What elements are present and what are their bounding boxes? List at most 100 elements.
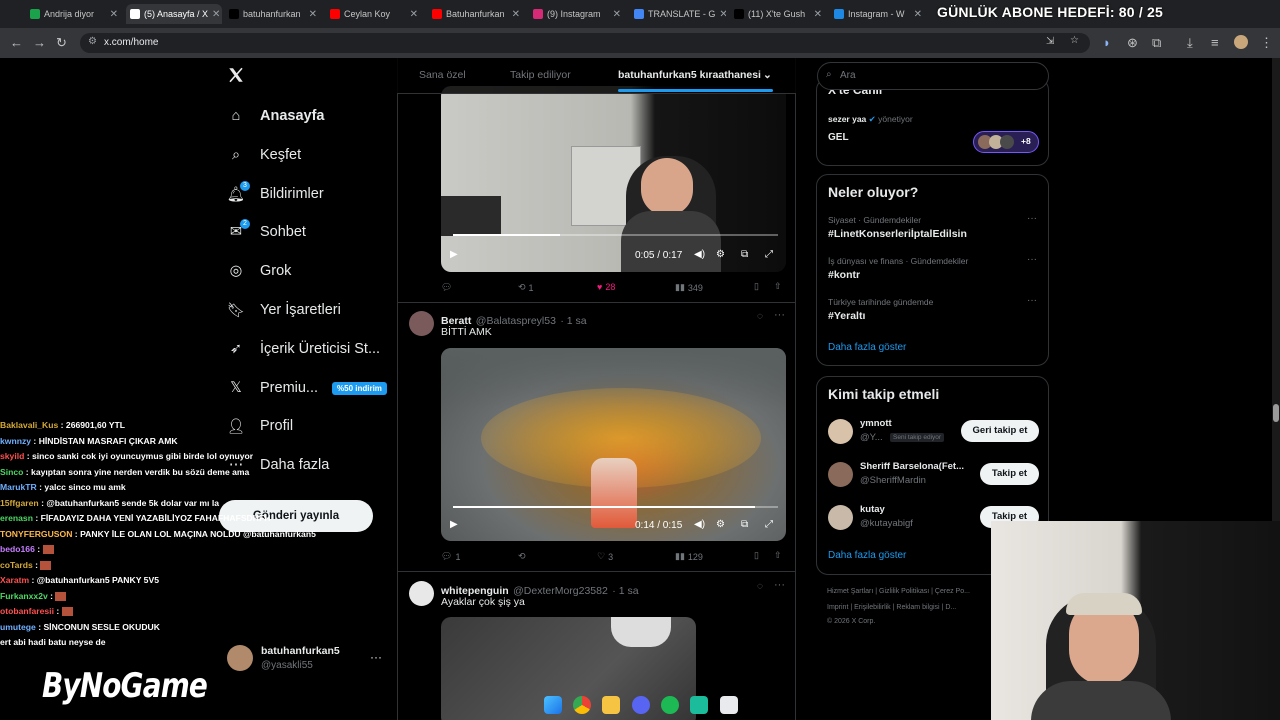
suggestion-handle[interactable]: @kutayabigf <box>860 518 913 529</box>
post3-more-icon[interactable]: ··· <box>774 579 785 591</box>
suggestion-avatar[interactable] <box>828 505 853 530</box>
file-explorer-icon[interactable] <box>602 696 620 714</box>
extension-icon[interactable]: ◗ <box>1103 35 1111 50</box>
x-logo-icon[interactable] <box>227 66 245 84</box>
close-icon[interactable]: ✕ <box>814 9 822 20</box>
post2-video[interactable] <box>441 348 786 541</box>
account-more-icon[interactable]: ··· <box>370 650 382 664</box>
close-icon[interactable]: ✕ <box>613 9 621 20</box>
post2-progress-track[interactable] <box>453 506 778 508</box>
tab-community[interactable]: batuhanfurkan5 kıraathanesi <box>618 69 761 81</box>
tab-for-you[interactable]: Sana özel <box>419 69 466 81</box>
browser-tab[interactable]: batuhanfurkan ✕ <box>225 4 321 24</box>
store-icon[interactable] <box>720 696 738 714</box>
forward-icon[interactable]: → <box>33 35 46 50</box>
post1-like-button[interactable]: ♥ 28 <box>597 282 615 292</box>
post1-views[interactable]: ▮▮ 349 <box>675 282 703 293</box>
post2-pip-icon[interactable]: ⧉ <box>741 519 748 530</box>
browser-tab[interactable]: (5) Anasayfa / X ✕ <box>126 4 222 24</box>
close-icon[interactable]: ✕ <box>410 9 418 20</box>
trend-more-icon[interactable]: ··· <box>1027 295 1037 306</box>
post1-reply-button[interactable]: 💬︎ <box>441 282 455 293</box>
post2-views[interactable]: ▮▮ 129 <box>675 551 703 562</box>
nav-item[interactable]: ✉ 2 Sohbet <box>226 217 306 247</box>
post1-play-icon[interactable]: ▶ <box>450 249 458 260</box>
post1-pip-icon[interactable]: ⧉ <box>741 249 748 260</box>
close-icon[interactable]: ✕ <box>719 9 726 20</box>
post1-bookmark-icon[interactable]: ▯ <box>754 281 759 292</box>
scrollbar-thumb[interactable] <box>1273 404 1279 422</box>
nav-item[interactable]: 🔔︎ 3 Bildirimler <box>226 179 324 209</box>
post3-avatar[interactable] <box>409 581 434 606</box>
post1-volume-icon[interactable]: ◀) <box>694 249 705 260</box>
puzzle-icon[interactable]: ⧉ <box>1152 35 1161 51</box>
nav-item[interactable]: ◎ Grok <box>226 256 292 286</box>
browser-tab[interactable]: Instagram - W ✕ <box>830 4 926 24</box>
trend-more-icon[interactable]: ··· <box>1027 213 1037 224</box>
suggestion-name[interactable]: kutay <box>860 504 885 515</box>
download-icon[interactable]: ⤓ <box>1187 35 1193 51</box>
space-listeners[interactable]: +8 <box>973 131 1039 153</box>
footer-link[interactable]: D... <box>945 604 956 611</box>
post1-progress-track[interactable] <box>453 234 778 236</box>
post2-grok-icon[interactable]: ◌ <box>757 311 763 322</box>
profile-avatar-icon[interactable] <box>1234 35 1248 49</box>
chrome-icon[interactable] <box>573 696 591 714</box>
follow-button[interactable]: Geri takip et <box>961 420 1039 442</box>
nav-item[interactable]: ➶ İçerik Üreticisi St... <box>226 334 380 364</box>
footer-link[interactable]: Reklam bilgisi <box>896 604 939 611</box>
footer-link[interactable]: Çerez Po... <box>935 588 970 595</box>
chevron-down-icon[interactable]: ⌄ <box>763 69 772 81</box>
browser-tab[interactable]: Ceylan Koy ✕ <box>326 4 422 24</box>
windows-start-icon[interactable] <box>544 696 562 714</box>
post1-fullscreen-icon[interactable]: ⤢ <box>765 249 773 260</box>
nav-item[interactable]: ⌕ Keşfet <box>226 140 301 170</box>
media-icon[interactable]: ≡ <box>1211 35 1219 50</box>
post1-repost-button[interactable]: ⟲ 1 <box>518 282 534 293</box>
post2-more-icon[interactable]: ··· <box>774 309 785 321</box>
post2-repost-button[interactable]: ⟲ <box>518 551 529 562</box>
footer-link[interactable]: Erişilebilirlik <box>854 604 891 611</box>
follow-button[interactable]: Takip et <box>980 463 1039 485</box>
browser-tab[interactable]: Batuhanfurkan ✕ <box>428 4 524 24</box>
site-info-icon[interactable]: ⚙ <box>88 36 97 47</box>
post2-reply-button[interactable]: 💬︎ 1 <box>441 551 460 562</box>
close-icon[interactable]: ✕ <box>914 9 922 20</box>
spotify-icon[interactable] <box>661 696 679 714</box>
trends-show-more[interactable]: Daha fazla göster <box>828 342 906 353</box>
app-icon[interactable] <box>690 696 708 714</box>
url-field[interactable]: ⚙ x.com/home ⇲ ☆ <box>80 33 1090 53</box>
close-icon[interactable]: ✕ <box>309 9 317 20</box>
close-icon[interactable]: ✕ <box>110 9 118 20</box>
footer-link[interactable]: Hizmet Şartları <box>827 588 873 595</box>
trend-more-icon[interactable]: ··· <box>1027 254 1037 265</box>
install-icon[interactable]: ⇲ <box>1046 36 1054 47</box>
post2-fullscreen-icon[interactable]: ⤢ <box>765 519 773 530</box>
post2-avatar[interactable] <box>409 311 434 336</box>
post2-like-button[interactable]: ♡ 3 <box>597 551 613 562</box>
post1-video[interactable] <box>441 86 786 272</box>
nav-item[interactable]: ⌂ Anasayfa <box>226 101 325 131</box>
suggestion-avatar[interactable] <box>828 462 853 487</box>
suggestion-name[interactable]: Sheriff Barselona(Fet... <box>860 461 964 472</box>
close-icon[interactable]: ✕ <box>212 9 220 20</box>
footer-link[interactable]: Imprint <box>827 604 848 611</box>
browser-tab[interactable]: (9) Instagram ✕ <box>529 4 625 24</box>
post1-settings-icon[interactable]: ⚙ <box>716 249 725 260</box>
footer-link[interactable]: Gizlilik Politikası <box>879 588 929 595</box>
suggestion-handle[interactable]: @Y... <box>860 432 883 443</box>
post3-handle[interactable]: @DexterMorg23582 <box>513 585 608 597</box>
nav-item[interactable]: 🔖︎ Yer İşaretleri <box>226 295 341 325</box>
suggestion-name[interactable]: ymnott <box>860 418 892 429</box>
bookmark-star-icon[interactable]: ☆ <box>1070 35 1079 46</box>
post1-share-icon[interactable]: ⇧ <box>774 281 782 292</box>
browser-tab[interactable]: TRANSLATE - G ✕ <box>630 4 726 24</box>
back-icon[interactable]: ← <box>10 35 23 50</box>
post3-grok-icon[interactable]: ◌ <box>757 581 763 592</box>
menu-dots-icon[interactable]: ⋮ <box>1260 35 1273 51</box>
extension2-icon[interactable]: ⊛ <box>1127 35 1138 51</box>
search-input[interactable]: ⌕ Ara <box>817 62 1049 90</box>
tab-following[interactable]: Takip ediliyor <box>510 69 571 81</box>
follow-show-more[interactable]: Daha fazla göster <box>828 550 906 561</box>
browser-tab[interactable]: (11) X'te Gush ✕ <box>730 4 826 24</box>
